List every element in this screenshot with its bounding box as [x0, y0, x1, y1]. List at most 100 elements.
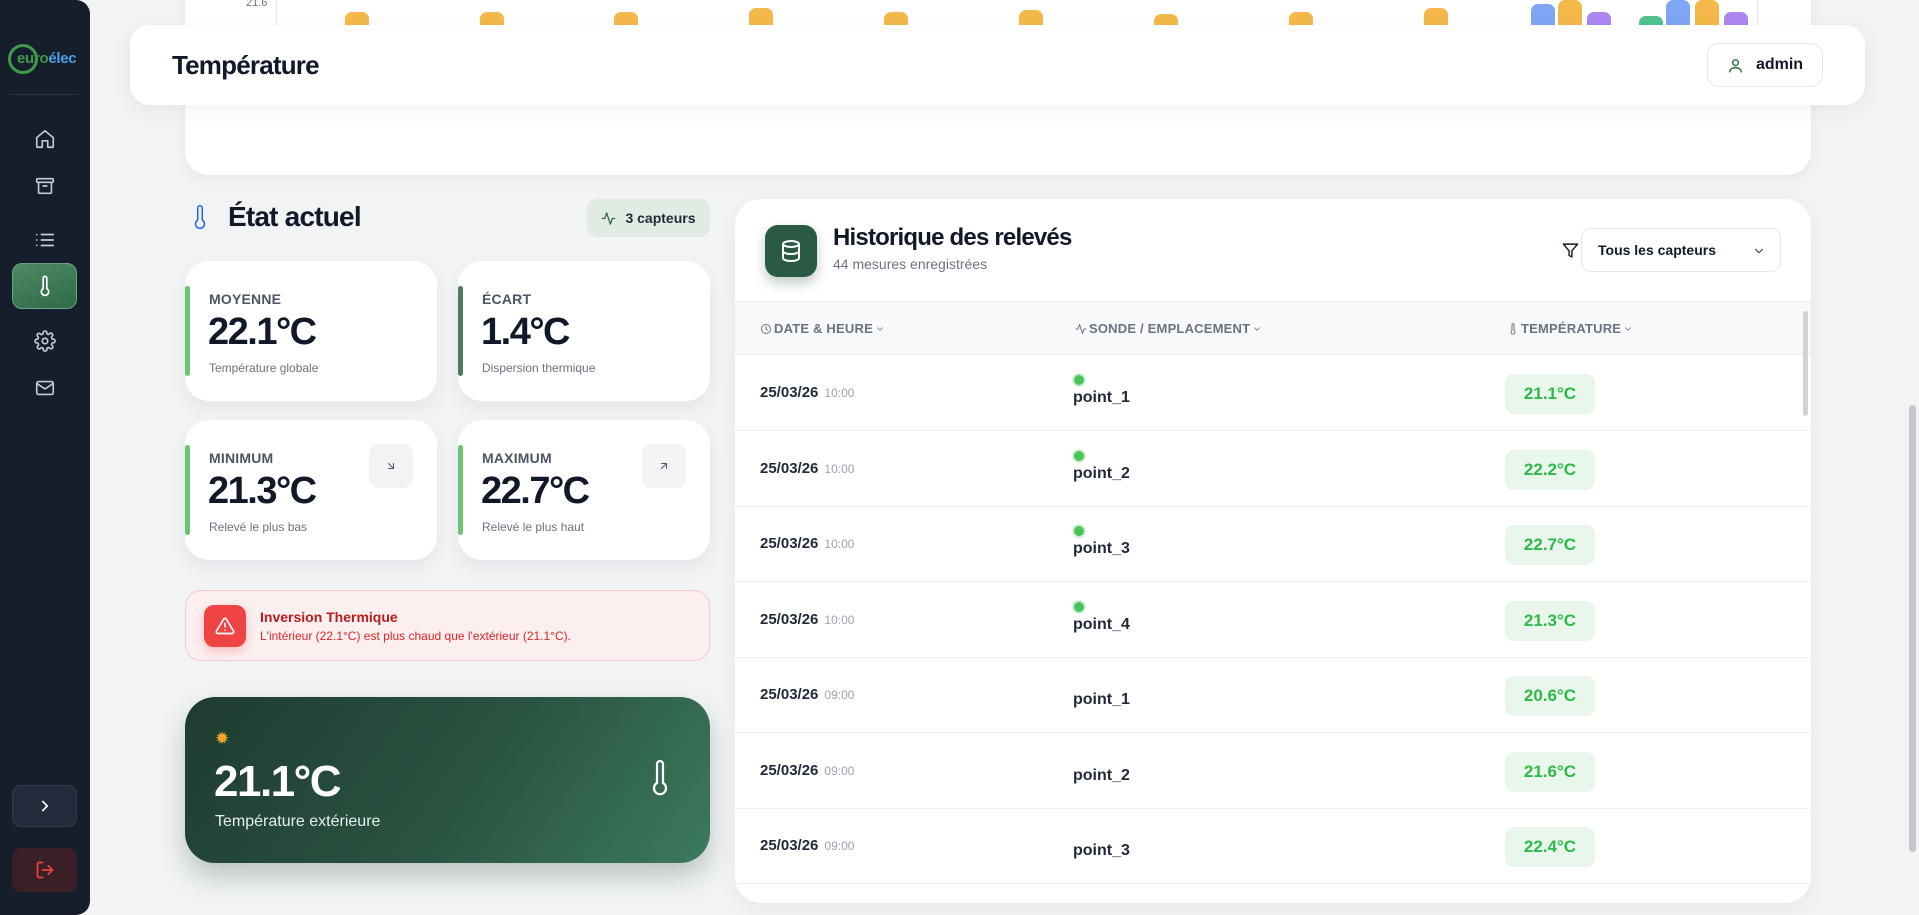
alert-message: L'intérieur (22.1°C) est plus chaud que … [260, 629, 571, 643]
user-menu-button[interactable]: admin [1707, 43, 1823, 87]
card-accent [458, 286, 463, 376]
exterior-temperature-value: 21.1°C [214, 757, 342, 806]
list-icon [35, 233, 54, 247]
sort-chevron-icon [877, 326, 883, 331]
sensor-filter-select[interactable]: Tous les capteurs [1581, 228, 1781, 272]
table-row[interactable]: 25/03/26 10:00 point_3 22.7°C [735, 506, 1811, 582]
chevron-down-icon [1754, 248, 1764, 254]
online-status-dot [1074, 375, 1084, 385]
table-row[interactable]: 25/03/26 09:00 point_2 21.6°C [735, 733, 1811, 809]
row-sensor: point_1 [1073, 389, 1130, 406]
stat-value: 21.3°C [208, 470, 317, 512]
stat-subtitle: Température globale [209, 361, 319, 375]
chart-bar [1019, 10, 1043, 26]
column-label: TEMPÉRATURE [1521, 321, 1622, 336]
table-row[interactable]: 25/03/26 09:00 point_1 20.6°C [735, 657, 1811, 733]
sidebar-item-home[interactable] [12, 116, 77, 162]
table-row[interactable]: 25/03/26 10:00 point_4 21.3°C [735, 582, 1811, 658]
card-accent [458, 445, 463, 535]
thermometer-icon [650, 759, 670, 802]
card-accent [185, 445, 190, 535]
sort-chevron-icon [1254, 326, 1261, 331]
page-header: Température admin [130, 25, 1865, 105]
stat-label: MAXIMUM [482, 450, 552, 466]
history-card: Historique des relevés 44 mesures enregi… [735, 199, 1811, 903]
stat-card-maximum: MAXIMUM 22.7°C Relevé le plus haut [458, 420, 710, 560]
sun-icon: ✹ [215, 729, 230, 748]
row-temperature-badge: 21.6°C [1505, 751, 1595, 792]
sidebar-item-mail[interactable] [12, 365, 77, 411]
sidebar-item-temperature[interactable] [12, 263, 77, 309]
table-header: DATE & HEURE SONDE / EMPLACEMENT TEMPÉRA… [735, 301, 1811, 355]
sidebar-expand-button[interactable] [12, 785, 77, 827]
table-row[interactable]: 25/03/26 09:00 point_3 22.4°C [735, 808, 1811, 884]
page-scrollbar[interactable] [1909, 405, 1916, 852]
table-row[interactable]: 25/03/26 10:00 point_2 22.2°C [735, 431, 1811, 507]
chart-bar [345, 12, 369, 26]
chart-bar [884, 12, 908, 26]
user-name: admin [1755, 56, 1804, 73]
sidebar-item-settings[interactable] [12, 318, 77, 364]
column-header-sensor[interactable]: SONDE / EMPLACEMENT [1075, 321, 1262, 336]
chart-bar [1424, 8, 1448, 26]
chart-bar [749, 8, 773, 26]
card-accent [185, 286, 190, 376]
row-temperature-badge: 21.3°C [1505, 600, 1595, 641]
stat-subtitle: Relevé le plus haut [482, 520, 585, 534]
row-temperature-badge: 22.2°C [1505, 449, 1595, 490]
sidebar-item-archive[interactable] [12, 163, 77, 209]
chart-bar [480, 12, 504, 26]
chart-bar [1695, 0, 1719, 26]
euroelec-logo[interactable]: euroélec [6, 42, 84, 76]
stat-card-ecart: ÉCART 1.4°C Dispersion thermique [458, 261, 710, 401]
table-scrollbar[interactable] [1803, 311, 1808, 416]
trend-up-badge [642, 444, 686, 488]
column-label: DATE & HEURE [774, 321, 873, 336]
thermometer-icon [1510, 322, 1516, 335]
table-row[interactable]: 25/03/26 10:00 point_1 21.1°C [735, 355, 1811, 431]
sidebar-item-list[interactable] [12, 217, 77, 263]
thermometer-icon [40, 275, 49, 297]
row-date: 25/03/26 10:00 [760, 535, 855, 552]
column-label: SONDE / EMPLACEMENT [1089, 321, 1251, 336]
row-sensor: point_2 [1073, 464, 1130, 482]
logout-button[interactable] [12, 848, 77, 892]
exterior-temperature-card: ✹ 21.1°C Température extérieure [185, 697, 710, 863]
row-time: 09:00 [824, 839, 855, 853]
row-time: 10:00 [824, 612, 855, 627]
online-status-dot [1074, 450, 1084, 461]
row-temperature-badge: 22.4°C [1505, 827, 1595, 867]
etat-actuel-title: État actuel [228, 201, 362, 232]
trend-down-badge [369, 444, 413, 488]
chart-bar [1666, 0, 1690, 26]
thermal-inversion-alert: Inversion Thermique L'intérieur (22.1°C)… [185, 590, 710, 661]
chart-gridline [1757, 0, 1758, 26]
stat-label: MINIMUM [209, 450, 274, 466]
logout-icon [36, 861, 53, 879]
online-status-dot [1074, 601, 1084, 612]
online-status-dot [1074, 526, 1084, 536]
row-temperature-badge: 22.7°C [1505, 525, 1595, 565]
user-icon [1729, 58, 1742, 73]
stat-subtitle: Relevé le plus bas [209, 520, 308, 534]
database-icon [782, 240, 800, 263]
row-date: 25/03/26 09:00 [760, 686, 855, 703]
gear-icon [33, 330, 56, 352]
row-temperature-badge: 21.1°C [1505, 374, 1595, 414]
chart-bar [1587, 12, 1611, 26]
column-header-date[interactable]: DATE & HEURE [760, 321, 885, 336]
sidebar-divider [10, 94, 78, 95]
sidebar: euroélec [0, 0, 90, 915]
history-title: Historique des relevés [833, 224, 1072, 251]
chart-bar [1289, 12, 1313, 26]
clock-icon [761, 323, 771, 334]
stat-value: 22.7°C [481, 470, 590, 512]
row-time: 10:00 [824, 461, 855, 476]
arrow-down-right-icon [388, 463, 394, 469]
row-time: 10:00 [824, 537, 855, 551]
sensors-count-label: 3 capteurs [625, 210, 696, 226]
y-axis-tick: 21.6 [246, 0, 268, 9]
chart-bar [614, 12, 638, 26]
column-header-temperature[interactable]: TEMPÉRATURE [1507, 321, 1633, 336]
warning-icon [215, 617, 235, 635]
